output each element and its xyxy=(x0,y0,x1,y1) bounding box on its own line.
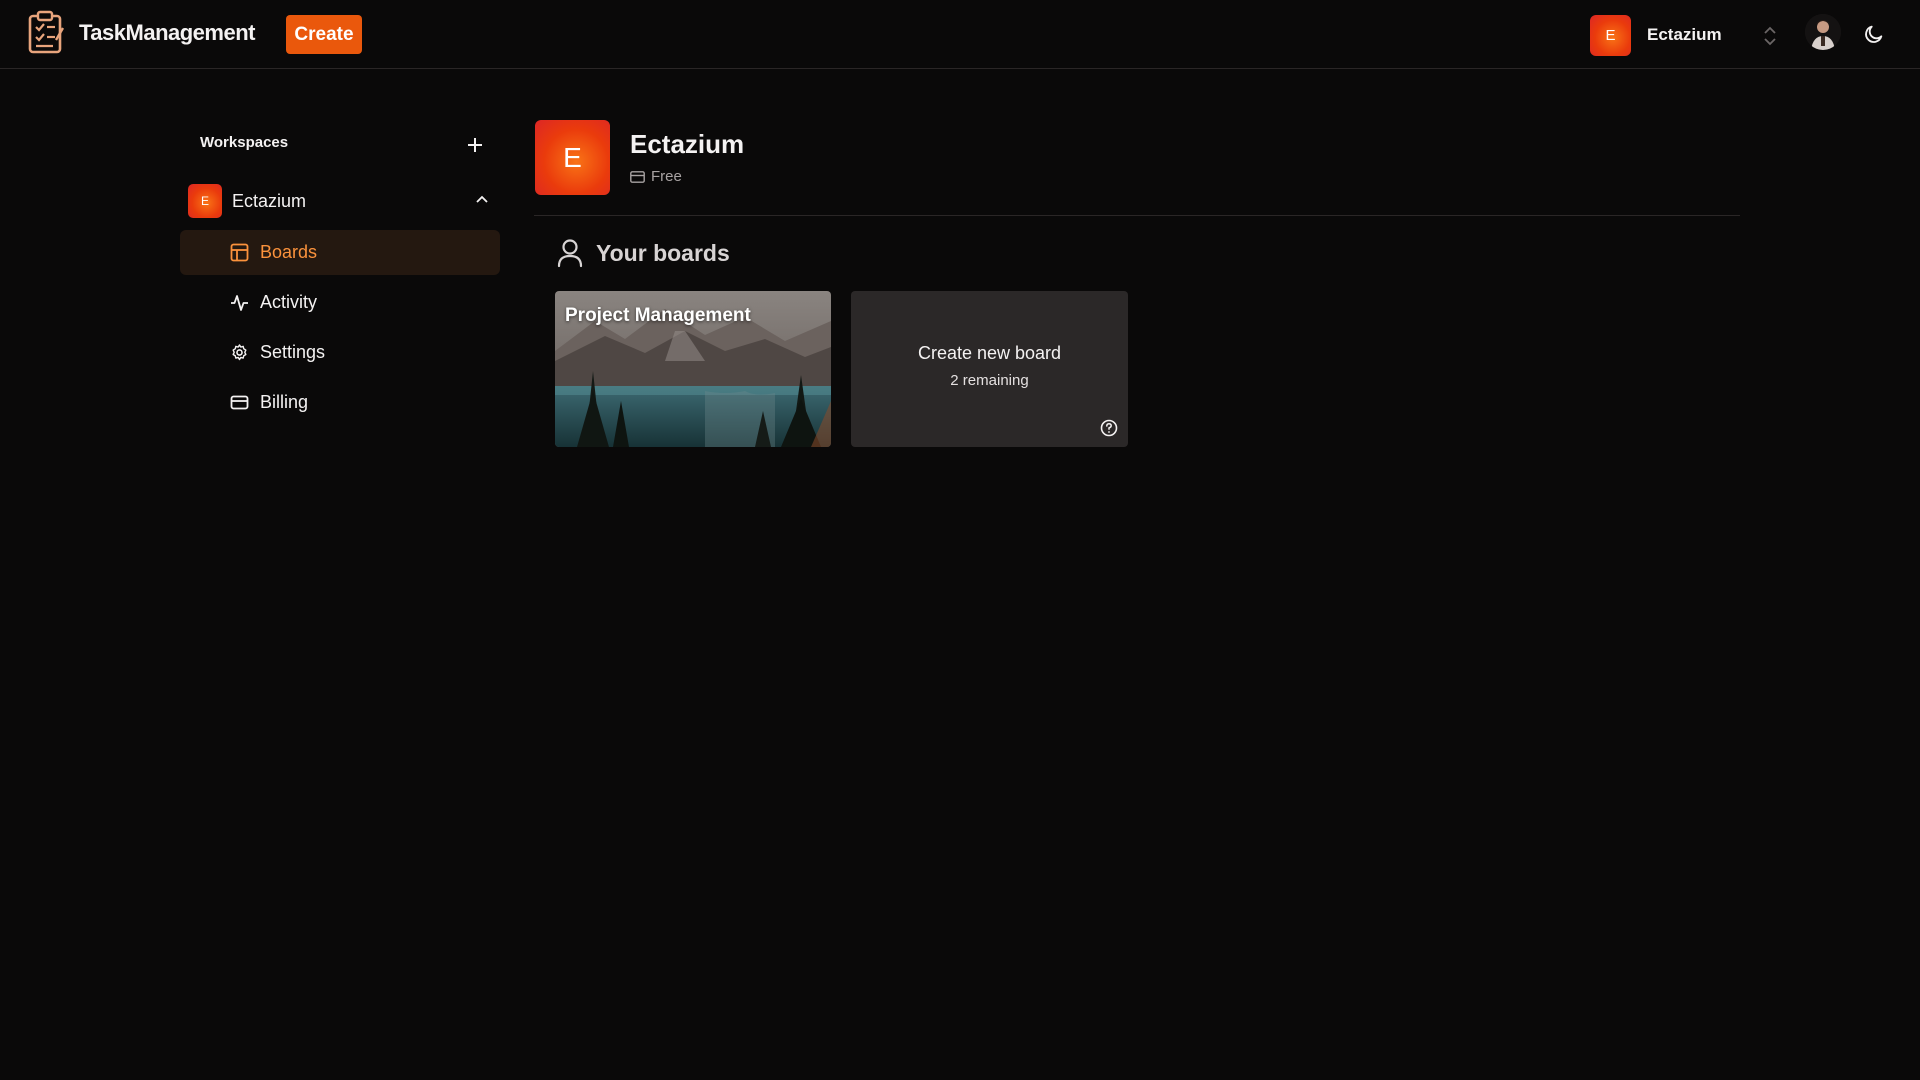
sidebar-workspace-name: Ectazium xyxy=(232,190,307,211)
add-workspace-icon[interactable] xyxy=(466,136,484,154)
help-circle-icon[interactable] xyxy=(1100,419,1118,437)
workspace-switcher-name: Ectazium xyxy=(1647,25,1722,44)
chevron-up-icon[interactable] xyxy=(474,192,490,208)
workspace-initial: E xyxy=(1605,26,1616,44)
sidebar-item-activity[interactable]: Activity xyxy=(180,280,500,325)
sidebar-workspace-initial: E xyxy=(200,194,209,208)
clipboard-logo-icon[interactable] xyxy=(26,10,66,56)
user-avatar[interactable] xyxy=(1805,14,1841,50)
chevrons-up-down-icon[interactable] xyxy=(1762,24,1778,48)
remaining-count: 2 remaining xyxy=(950,372,1029,389)
credit-card-icon xyxy=(230,395,249,410)
gear-icon xyxy=(232,344,247,361)
sidebar-workspace-toggle[interactable]: E Ectazium xyxy=(188,183,498,219)
workspace-avatar: E xyxy=(1590,14,1631,56)
credit-card-icon xyxy=(630,170,645,183)
sidebar-item-boards[interactable]: Boards xyxy=(180,230,500,275)
sidebar-item-billing[interactable]: Billing xyxy=(180,380,500,425)
sidebar-item-label: Billing xyxy=(260,392,309,412)
sidebar-item-label: Boards xyxy=(260,242,318,262)
sidebar-item-label: Settings xyxy=(260,342,326,362)
workspace-title: Ectazium xyxy=(630,129,745,159)
sidebar-workspace-avatar: E xyxy=(188,184,222,218)
moon-icon[interactable] xyxy=(1863,23,1885,45)
sidebar-item-label: Activity xyxy=(260,292,318,312)
create-new-board-button[interactable]: Create new board 2 remaining xyxy=(851,291,1128,447)
layout-icon xyxy=(230,243,249,262)
plan-badge: Free xyxy=(630,168,682,185)
boards-section-header: Your boards xyxy=(556,238,730,268)
boards-heading: Your boards xyxy=(596,239,730,266)
workspace-initial-large: E xyxy=(563,141,582,173)
create-board-label: Create new board xyxy=(917,343,1062,363)
workspaces-heading: Workspaces xyxy=(200,134,289,151)
activity-icon xyxy=(231,295,248,311)
board-title: Project Management xyxy=(565,305,751,326)
workspace-switcher[interactable]: E Ectazium xyxy=(1590,14,1780,56)
plan-label: Free xyxy=(651,168,682,185)
header-divider xyxy=(534,215,1740,216)
top-navbar: TaskManagement Create E Ectazium xyxy=(0,0,1920,69)
board-card[interactable]: Project Management xyxy=(555,291,831,447)
app-title[interactable]: TaskManagement xyxy=(79,20,255,46)
sidebar-item-settings[interactable]: Settings xyxy=(180,330,500,375)
create-button[interactable]: Create xyxy=(286,15,362,54)
workspace-avatar-large: E xyxy=(535,120,610,195)
user-icon xyxy=(557,239,583,268)
